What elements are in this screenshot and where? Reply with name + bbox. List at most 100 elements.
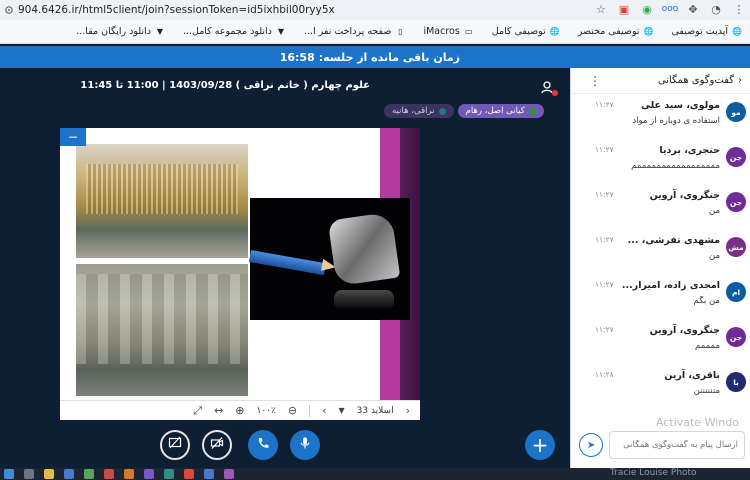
avatar: جن bbox=[726, 147, 746, 167]
bookmark-item[interactable]: 🌐 توصیفی کامل bbox=[492, 26, 560, 37]
mineral-photo-fibrous bbox=[76, 144, 248, 258]
mute-mic-button[interactable] bbox=[290, 430, 320, 460]
presentation-slide: − bbox=[60, 128, 420, 400]
app-icon[interactable] bbox=[144, 469, 154, 479]
message-text: مممممممممممممممممم bbox=[631, 161, 720, 171]
share-screen-off-button[interactable] bbox=[160, 430, 190, 460]
tab-participant[interactable]: نراقی، هانیه bbox=[384, 104, 454, 118]
app-icon[interactable] bbox=[64, 469, 74, 479]
divider bbox=[309, 404, 311, 417]
chat-message-input[interactable] bbox=[609, 431, 745, 459]
timer-value: 16:58 bbox=[279, 50, 315, 64]
message-author: امجدی زاده، امیرار... bbox=[621, 280, 720, 291]
address-bar[interactable]: 904.6426.ir/html5client/join?sessionToke… bbox=[0, 0, 750, 20]
next-slide-icon[interactable]: › bbox=[322, 404, 326, 417]
message-text: من bbox=[708, 251, 720, 261]
public-chat-panel: ‹ گفت‌وگوی همگانی ⋮ مو مولوی، سید علی ۱۱… bbox=[570, 68, 750, 468]
folder-icon: ▭ bbox=[465, 27, 473, 36]
session-title: علوم چهارم ( خانم نراقی ) 1403/09/28 | 1… bbox=[80, 80, 370, 91]
fullscreen-icon[interactable]: ⤢ bbox=[193, 404, 202, 418]
zoom-level: ۱۰۰٪ bbox=[256, 405, 276, 416]
app-icon[interactable] bbox=[204, 469, 214, 479]
app-icon[interactable] bbox=[124, 469, 134, 479]
message-time: ۱۱:۲۸ bbox=[595, 370, 614, 379]
notification-dot bbox=[552, 90, 558, 96]
download-icon: ▼ bbox=[277, 27, 284, 36]
os-taskbar: Tracie Louise Photo bbox=[0, 468, 750, 480]
fit-width-icon[interactable]: ↔ bbox=[214, 404, 223, 417]
actions-plus-button[interactable]: + bbox=[525, 430, 555, 460]
minimize-presentation-button[interactable]: − bbox=[60, 128, 86, 146]
chat-message: با باقری، آرین ۱۱:۲۸ مننننننن bbox=[571, 364, 750, 409]
menu-icon[interactable]: ⋮ bbox=[732, 2, 746, 16]
message-time: ۱۱:۲۷ bbox=[595, 325, 614, 334]
chevron-left-icon[interactable]: ‹ bbox=[738, 75, 742, 86]
app-icon[interactable] bbox=[84, 469, 94, 479]
extension-ooo-icon[interactable]: ooo bbox=[662, 2, 679, 16]
chevron-down-icon[interactable]: ▼ bbox=[338, 406, 344, 415]
file-explorer-icon[interactable] bbox=[44, 469, 54, 479]
slide-toolbar: ‹ اسلاید 33 ▼ › ⊖ ۱۰۰٪ ⊕ ↔ ⤢ bbox=[60, 400, 420, 420]
avatar: با bbox=[726, 372, 746, 392]
pencil-image bbox=[248, 250, 326, 276]
app-icon[interactable] bbox=[224, 469, 234, 479]
message-text: من bbox=[708, 206, 720, 216]
bookmark-item[interactable]: ▭ iMacros bbox=[423, 26, 473, 37]
avatar: مش bbox=[726, 237, 746, 257]
participant-tabs: کیانی اصل، رهام نراقی، هانیه bbox=[384, 104, 544, 118]
message-time: ۱۱:۲۷ bbox=[595, 280, 614, 289]
send-icon[interactable]: ➤ bbox=[579, 433, 603, 457]
bookmarks-bar: 🌐 آپدیت توصیفی 🌐 توصیفی مختصر 🌐 توصیفی کامل… bbox=[0, 20, 750, 44]
message-author: جنگروی، آروین bbox=[649, 190, 720, 201]
page-icon: ▯ bbox=[398, 27, 403, 36]
chrome-icon[interactable] bbox=[184, 469, 194, 479]
message-author: مولوی، سید علی bbox=[641, 100, 720, 111]
chrome-icon[interactable]: ◉ bbox=[640, 2, 654, 16]
message-text: استفاده ی دوباره از مواد bbox=[632, 116, 720, 126]
zoom-in-icon[interactable]: ⊕ bbox=[235, 404, 244, 417]
camera-off-button[interactable] bbox=[202, 430, 232, 460]
chat-message: مو مولوی، سید علی ۱۱:۲۷ استفاده ی دوباره… bbox=[571, 94, 750, 139]
bookmark-star-icon[interactable]: ☆ bbox=[594, 2, 608, 16]
app-icon[interactable] bbox=[104, 469, 114, 479]
chat-composer: ➤ bbox=[579, 428, 745, 462]
avatar: ام bbox=[726, 282, 746, 302]
avatar: جن bbox=[726, 192, 746, 212]
slide-selector[interactable]: اسلاید 33 bbox=[357, 406, 394, 416]
message-time: ۱۱:۲۷ bbox=[595, 145, 614, 154]
mineral-photo-with-pencil bbox=[248, 198, 410, 320]
message-author: جنگروی، آروین bbox=[649, 325, 720, 336]
bookmark-item[interactable]: ▯ صفحه پرداخت نفر ا... bbox=[304, 26, 406, 37]
bookmark-item[interactable]: 🌐 آپدیت توصیفی bbox=[672, 26, 742, 37]
extension-icon[interactable]: ▣ bbox=[617, 2, 631, 16]
search-icon[interactable] bbox=[24, 469, 34, 479]
site-info-icon[interactable] bbox=[3, 4, 15, 16]
prev-slide-icon[interactable]: ‹ bbox=[406, 404, 410, 417]
chat-header: ‹ گفت‌وگوی همگانی ⋮ bbox=[571, 68, 750, 94]
message-author: باقری، آرین bbox=[664, 370, 720, 381]
zoom-out-icon[interactable]: ⊖ bbox=[288, 404, 297, 417]
presence-dot bbox=[528, 107, 536, 115]
bookmark-item[interactable]: ▼ دانلود رایگان مقا... bbox=[76, 26, 165, 37]
url-text[interactable]: 904.6426.ir/html5client/join?sessionToke… bbox=[18, 4, 335, 16]
tab-participant[interactable]: کیانی اصل، رهام bbox=[457, 104, 544, 118]
presence-dot bbox=[438, 107, 446, 115]
avatar: مو bbox=[726, 102, 746, 122]
download-icon: ▼ bbox=[156, 27, 164, 36]
chat-message: جن حنجری، بردیا ۱۱:۲۷ مممممممممممممممممم bbox=[571, 139, 750, 184]
message-text: ممممم bbox=[695, 341, 720, 351]
bookmark-item[interactable]: 🌐 توصیفی مختصر bbox=[578, 26, 654, 37]
app-icon[interactable] bbox=[164, 469, 174, 479]
taskbar-text: Tracie Louise Photo bbox=[610, 468, 697, 478]
screen-share-off-icon bbox=[168, 436, 182, 454]
media-controls: + bbox=[0, 428, 570, 464]
user-list-icon[interactable] bbox=[540, 80, 558, 96]
leave-audio-button[interactable] bbox=[248, 430, 278, 460]
more-options-icon[interactable]: ⋮ bbox=[589, 74, 601, 88]
session-timer-banner: زمان باقی مانده از جلسه: 16:58 bbox=[0, 46, 750, 68]
timer-label: زمان باقی مانده از جلسه: bbox=[318, 50, 460, 64]
start-icon[interactable] bbox=[4, 469, 14, 479]
profile-icon[interactable]: ◔ bbox=[709, 2, 723, 16]
bookmark-item[interactable]: ▼ دانلود مجموعه کامل... bbox=[183, 26, 286, 37]
extensions-puzzle-icon[interactable]: ✥ bbox=[686, 2, 700, 16]
